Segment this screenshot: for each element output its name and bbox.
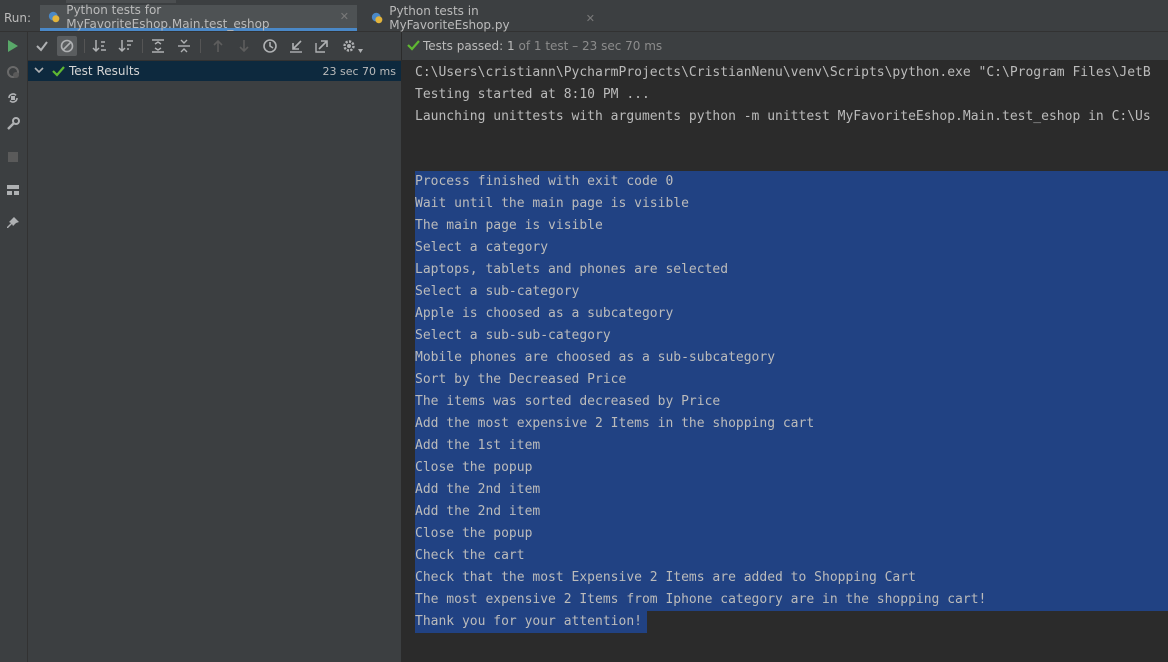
console-line: Check that the most Expensive 2 Items ar…: [415, 570, 916, 585]
play-icon: [8, 40, 18, 52]
python-tests-icon: [48, 11, 60, 22]
arrow-down-icon: [239, 40, 249, 53]
previous-failed-test-button[interactable]: [210, 38, 226, 54]
console-line: Select a category: [415, 240, 549, 255]
check-icon: [36, 41, 48, 52]
show-ignored-button[interactable]: [57, 36, 77, 56]
sort-by-duration-button[interactable]: [118, 38, 134, 54]
sort-alphabetically-button[interactable]: [92, 38, 108, 54]
auto-test-icon: [8, 93, 18, 103]
console-line: Add the 2nd item: [415, 504, 541, 519]
arrow-up-icon: [213, 39, 223, 52]
gear-icon: [343, 40, 355, 52]
console-line: Close the popup: [415, 460, 533, 475]
layout-icon: [7, 185, 19, 195]
close-icon[interactable]: ✕: [586, 12, 595, 25]
tree-row-test-results[interactable]: Test Results 23 sec 70 ms: [28, 61, 401, 81]
console-line: Select a sub-sub-category: [415, 328, 611, 343]
console-line: Sort by the Decreased Price: [415, 372, 627, 387]
toolbar-separator: [142, 39, 143, 53]
console-line: Apple is choosed as a subcategory: [415, 306, 674, 321]
console-line: Mobile phones are choosed as a sub-subca…: [415, 350, 776, 365]
console-line: The items was sorted decreased by Price: [415, 394, 721, 409]
sort-duration-icon: [118, 40, 133, 53]
pin-tab-button[interactable]: [5, 215, 21, 231]
test-passed-icon: [52, 66, 65, 77]
console-line: Thank you for your attention!: [415, 614, 642, 629]
console-line: Laptops, tablets and phones are selected: [415, 262, 729, 277]
test-history-button[interactable]: [262, 38, 278, 54]
test-status-bar: Tests passed: 1 of 1 test – 23 sec 70 ms: [402, 32, 1168, 60]
pin-icon: [7, 217, 19, 228]
close-icon[interactable]: ✕: [340, 10, 349, 23]
tests-passed-status: Tests passed: 1 of 1 test – 23 sec 70 ms: [423, 39, 662, 53]
run-label: Run:: [4, 11, 32, 25]
toggle-auto-test-button[interactable]: [5, 90, 21, 106]
wrench-icon: [7, 117, 20, 130]
expand-all-icon: [152, 39, 164, 53]
export-icon: [315, 40, 328, 53]
status-detail: of 1 test – 23 sec 70 ms: [514, 39, 663, 53]
console-line: Launching unittests with arguments pytho…: [415, 109, 1151, 124]
tab-label: Python tests in MyFavoriteEshop.py: [389, 4, 510, 32]
console-line: The main page is visible: [415, 218, 603, 233]
import-icon: [290, 40, 302, 53]
console-output[interactable]: C:\Users\cristiann\PycharmProjects\Crist…: [402, 60, 1168, 662]
tab-label: Python tests for MyFavoriteEshop.Main.te…: [66, 2, 270, 31]
ignored-icon: [60, 39, 74, 53]
rerun-failed-icon: [7, 66, 19, 78]
toolbar-separator: [84, 39, 85, 53]
console-line: Process finished with exit code 0: [415, 174, 674, 189]
chevron-down-icon[interactable]: [34, 65, 44, 75]
test-results-tree: Test Results 23 sec 70 ms: [28, 61, 401, 662]
dropdown-arrow-icon: [358, 49, 363, 53]
collapse-all-button[interactable]: [176, 38, 192, 54]
collapse-all-icon: [178, 39, 190, 53]
expand-all-button[interactable]: [150, 38, 166, 54]
console-line: Add the most expensive 2 Items in the sh…: [415, 416, 815, 431]
stop-icon: [8, 152, 18, 162]
python-tests-icon: [371, 12, 383, 24]
console-line: Testing started at 8:10 PM ...: [415, 87, 650, 102]
status-count: 1: [507, 39, 515, 53]
console-line: Close the popup: [415, 526, 533, 541]
status-prefix: Tests passed:: [423, 39, 508, 53]
history-icon: [263, 39, 277, 53]
tree-row-duration: 23 sec 70 ms: [322, 65, 396, 78]
tab-test-eshop[interactable]: Python tests for MyFavoriteEshop.Main.te…: [40, 2, 357, 31]
run-left-toolbar: [0, 32, 28, 662]
layout-button[interactable]: [5, 182, 21, 198]
tab-eshop-tests[interactable]: Python tests in MyFavoriteEshop.py ✕: [363, 4, 603, 32]
tree-row-label: Test Results: [69, 64, 140, 78]
stop-button[interactable]: [5, 149, 21, 165]
rerun-failed-button[interactable]: [5, 64, 21, 80]
next-failed-test-button[interactable]: [236, 38, 252, 54]
settings-button[interactable]: [341, 38, 363, 54]
console-line: The most expensive 2 Items from Iphone c…: [415, 592, 987, 607]
console-line: Select a sub-category: [415, 284, 580, 299]
test-tree-toolbar: [28, 32, 401, 61]
rerun-button[interactable]: [5, 38, 21, 54]
console-line: Check the cart: [415, 548, 525, 563]
show-passed-button[interactable]: [34, 38, 50, 54]
console-line: C:\Users\cristiann\PycharmProjects\Crist…: [415, 65, 1151, 80]
settings-wrench-button[interactable]: [5, 116, 21, 132]
test-passed-icon: [407, 40, 420, 51]
import-tests-button[interactable]: [288, 38, 304, 54]
toolbar-separator: [200, 39, 201, 53]
run-tab-bar: Run: Python tests for MyFavoriteEshop.Ma…: [0, 2, 1168, 32]
console-line: Wait until the main page is visible: [415, 196, 689, 211]
export-results-button[interactable]: [314, 38, 330, 54]
sort-alpha-icon: [92, 40, 106, 53]
console-line: Add the 2nd item: [415, 482, 541, 497]
console-line: Add the 1st item: [415, 438, 541, 453]
